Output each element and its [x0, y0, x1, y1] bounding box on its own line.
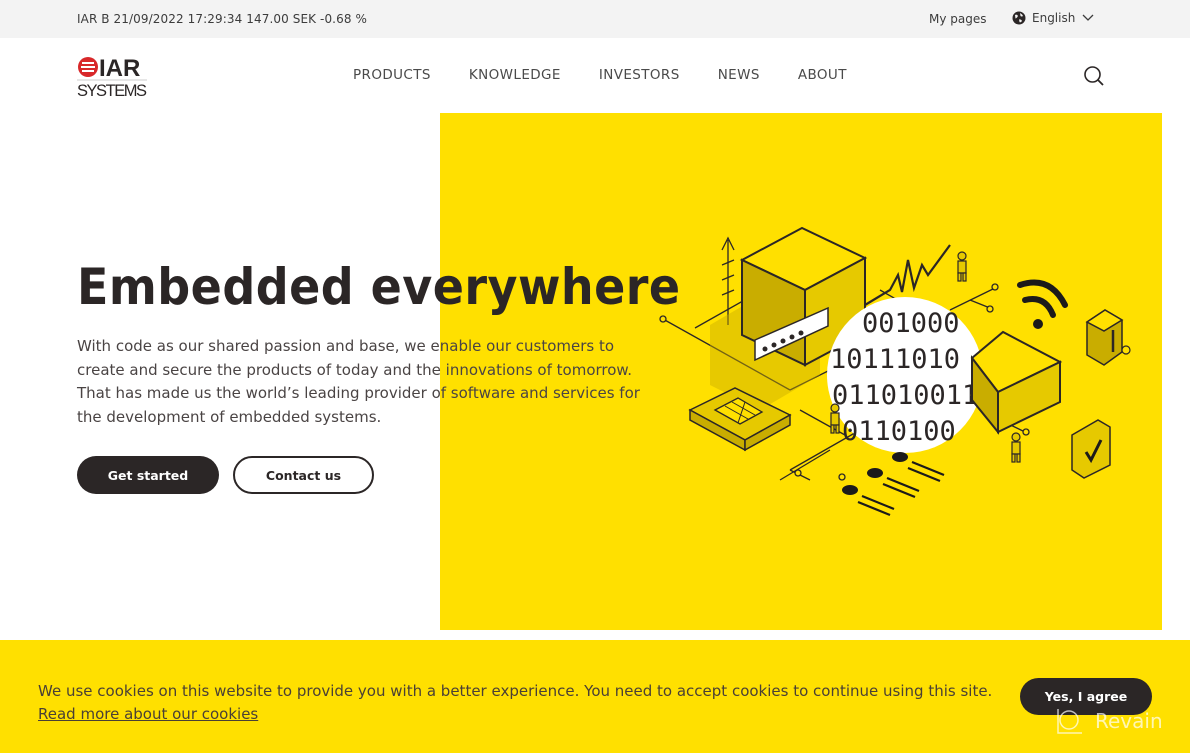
chevron-down-icon: [1081, 13, 1095, 23]
top-utility-bar: IAR B 21/09/2022 17:29:34 147.00 SEK -0.…: [0, 0, 1190, 38]
binary-line: 10111010: [830, 344, 960, 375]
binary-line: 0110100: [842, 416, 956, 447]
embedded-illustration: 001000 10111010 011010011 0110100: [650, 220, 1150, 530]
hero-description-line: With code as our shared passion and base…: [77, 337, 615, 355]
nav-investors[interactable]: INVESTORS: [599, 67, 680, 83]
hero-description-line: the development of embedded systems.: [77, 407, 382, 426]
main-header: IAR SYSTEMS PRODUCTS KNOWLEDGE INVESTORS…: [0, 38, 1190, 113]
hero-description-line: create and secure the products of today …: [77, 360, 633, 379]
nav-about[interactable]: ABOUT: [798, 67, 847, 83]
my-pages-link[interactable]: My pages: [929, 12, 987, 26]
hero-description-line: That has made us the world’s leading pro…: [77, 384, 640, 402]
watermark-text: Revain: [1095, 709, 1163, 733]
cookie-message: We use cookies on this website to provid…: [38, 682, 993, 700]
main-navigation: PRODUCTS KNOWLEDGE INVESTORS NEWS ABOUT: [353, 67, 885, 83]
nav-products[interactable]: PRODUCTS: [353, 67, 431, 83]
binary-line: 001000: [862, 308, 960, 339]
nav-knowledge[interactable]: KNOWLEDGE: [469, 67, 561, 83]
revain-watermark: Revain: [1055, 706, 1163, 736]
hero-title: Embedded everywhere: [77, 258, 681, 316]
binary-line: 011010011: [832, 380, 978, 411]
iar-systems-logo[interactable]: IAR SYSTEMS: [77, 54, 149, 100]
search-icon: [1084, 66, 1104, 86]
stock-ticker: IAR B 21/09/2022 17:29:34 147.00 SEK -0.…: [77, 12, 367, 26]
nav-news[interactable]: NEWS: [718, 67, 760, 83]
get-started-button[interactable]: Get started: [77, 456, 219, 494]
svg-text:IAR: IAR: [99, 55, 140, 82]
contact-us-button[interactable]: Contact us: [233, 456, 374, 494]
language-label: English: [1032, 11, 1076, 25]
search-button[interactable]: [1083, 65, 1105, 91]
cookie-banner: We use cookies on this website to provid…: [0, 640, 1190, 753]
revain-logo-icon: [1057, 709, 1082, 734]
cookie-policy-link[interactable]: Read more about our cookies: [38, 705, 258, 723]
globe-icon: [1012, 11, 1026, 25]
svg-text:SYSTEMS: SYSTEMS: [77, 82, 147, 98]
language-selector[interactable]: English: [1012, 11, 1095, 25]
hero-description: With code as our shared passion and base…: [77, 335, 657, 429]
